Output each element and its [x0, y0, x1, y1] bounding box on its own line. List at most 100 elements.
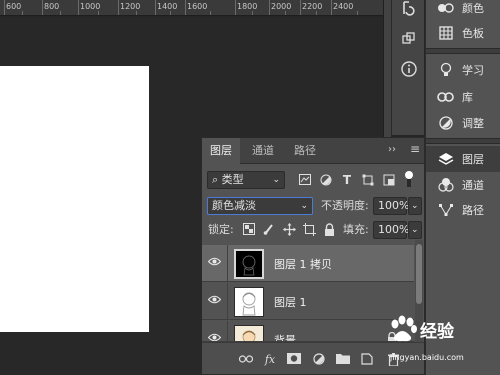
ruler-tick: 600: [6, 2, 22, 11]
layers-stack-icon: [436, 149, 456, 169]
visibility-cell[interactable]: [202, 245, 228, 282]
learn-panel-button[interactable]: 学习: [426, 57, 500, 83]
history-icon[interactable]: [398, 0, 420, 22]
layers-panel-button[interactable]: 图层: [426, 146, 500, 172]
link-layers-icon[interactable]: [238, 353, 254, 367]
color-panel-label: 颜色: [462, 2, 484, 15]
chevron-down-icon: ⌄: [272, 175, 280, 185]
new-group-folder-icon[interactable]: [336, 353, 350, 367]
swatches-grid-icon: [436, 23, 456, 43]
new-layer-icon[interactable]: [360, 353, 374, 367]
baidu-paw-logo-icon: [391, 315, 417, 342]
layer-name[interactable]: 图层 1: [274, 294, 307, 310]
tab-layers[interactable]: 图层: [202, 138, 240, 164]
adjustments-panel-label: 调整: [462, 117, 484, 130]
eye-visibility-icon[interactable]: [207, 295, 222, 307]
opacity-value: 100%: [378, 199, 410, 212]
opacity-dropdown-button[interactable]: ⌄: [408, 197, 422, 215]
add-layer-style-button[interactable]: fx: [263, 353, 277, 367]
layer-filter-select[interactable]: ⌕ 类型 ⌄: [207, 171, 285, 189]
layer-row-layer1[interactable]: 图层 1: [202, 283, 414, 320]
pixel-filter-icon[interactable]: [298, 174, 312, 188]
layer-thumbnail: [234, 287, 264, 317]
blend-mode-value: 颜色减淡: [212, 199, 256, 212]
eye-visibility-icon[interactable]: [207, 257, 222, 269]
ruler-tick: 2400: [333, 2, 354, 11]
panel-menu-button[interactable]: ≡: [410, 142, 420, 156]
lock-image-pixels-icon[interactable]: [262, 223, 276, 237]
opacity-input[interactable]: 100%: [373, 197, 410, 215]
dock-separator: [426, 48, 500, 54]
ruler-tick: 1000: [80, 2, 101, 11]
fill-dropdown-button[interactable]: ⌄: [408, 221, 422, 239]
info-icon[interactable]: [398, 60, 420, 82]
chevron-down-icon: ⌄: [300, 201, 308, 211]
channels-circles-icon: [436, 175, 456, 195]
ruler-tick: 2000: [271, 2, 292, 11]
3d-cube-icon[interactable]: [398, 32, 420, 54]
ruler-tick: 1400: [157, 2, 178, 11]
adjustments-panel-button[interactable]: 调整: [426, 110, 500, 136]
add-mask-icon[interactable]: [287, 353, 301, 367]
libraries-panel-button[interactable]: 库: [426, 84, 500, 110]
lightbulb-icon: [436, 60, 456, 80]
channels-panel-button[interactable]: 通道: [426, 172, 500, 198]
collapse-panel-button[interactable]: ››: [388, 144, 396, 155]
lock-label: 锁定:: [208, 223, 234, 236]
shape-filter-icon[interactable]: [361, 174, 375, 188]
filter-toggle-switch[interactable]: [403, 171, 415, 191]
adjustment-filter-icon[interactable]: [319, 174, 333, 188]
ruler-tick: 800: [44, 2, 60, 11]
layers-panel-tabs: 图层 通道 路径 ›› ≡: [202, 138, 424, 164]
layer-row-background[interactable]: 背景: [202, 321, 414, 342]
layer-row-copy[interactable]: 图层 1 拷贝: [202, 245, 414, 282]
layer-thumbnail: [234, 325, 264, 341]
adjustment-circle-icon: [436, 113, 456, 133]
layer-thumbnail: [234, 249, 264, 279]
smart-object-filter-icon[interactable]: [382, 174, 396, 188]
channels-panel-label: 通道: [462, 179, 484, 192]
color-palette-icon: [436, 0, 456, 18]
libraries-panel-label: 库: [462, 91, 473, 104]
tab-paths[interactable]: 路径: [286, 138, 324, 164]
layer-name[interactable]: 图层 1 拷贝: [274, 256, 332, 272]
horizontal-ruler: 600 800 1000 1200 1400 1600 1800 2000 22…: [0, 0, 383, 16]
ruler-tick: 1200: [120, 2, 141, 11]
layer-name[interactable]: 背景: [274, 332, 296, 341]
eye-visibility-icon[interactable]: [207, 333, 222, 341]
text-filter-icon[interactable]: T: [340, 173, 354, 187]
baidu-jingyan-watermark: 经验 jingyan.baidu.com: [384, 313, 500, 375]
fill-value: 100%: [378, 223, 410, 236]
lock-transparent-pixels-icon[interactable]: [242, 223, 256, 237]
chevron-down-icon: ⌄: [411, 201, 419, 211]
watermark-brand: 经验: [420, 322, 454, 342]
lock-position-icon[interactable]: [282, 223, 296, 237]
new-adjustment-layer-icon[interactable]: [312, 353, 326, 367]
fill-label: 填充:: [343, 223, 369, 236]
search-icon: ⌕: [212, 173, 219, 186]
white-artboard[interactable]: [0, 66, 149, 332]
swatches-panel-button[interactable]: 色板: [426, 20, 500, 46]
paths-panel-label: 路径: [462, 204, 484, 217]
visibility-cell[interactable]: [202, 321, 228, 341]
lock-artboard-icon[interactable]: [302, 223, 316, 237]
collapsed-panel-icons: [391, 0, 424, 135]
creative-cloud-icon: [436, 87, 456, 107]
color-panel-button[interactable]: 颜色: [426, 0, 500, 21]
lock-all-icon[interactable]: [322, 223, 336, 237]
filter-type-label: 类型: [221, 173, 244, 186]
chevron-down-icon: ⌄: [411, 225, 419, 235]
visibility-cell[interactable]: [202, 283, 228, 320]
ruler-tick: 2200: [302, 2, 323, 11]
tab-channels[interactable]: 通道: [244, 138, 282, 164]
watermark-url: jingyan.baidu.com: [390, 353, 464, 362]
paths-panel-button[interactable]: 路径: [426, 197, 500, 223]
dock-separator: [426, 138, 500, 144]
layers-panel-label: 图层: [462, 153, 484, 166]
opacity-label: 不透明度:: [321, 199, 369, 212]
swatches-panel-label: 色板: [462, 27, 484, 40]
ruler-tick: 1800: [237, 2, 258, 11]
scrollbar-thumb[interactable]: [416, 244, 422, 304]
fill-input[interactable]: 100%: [373, 221, 410, 239]
blend-mode-select[interactable]: 颜色减淡 ⌄: [207, 197, 313, 215]
